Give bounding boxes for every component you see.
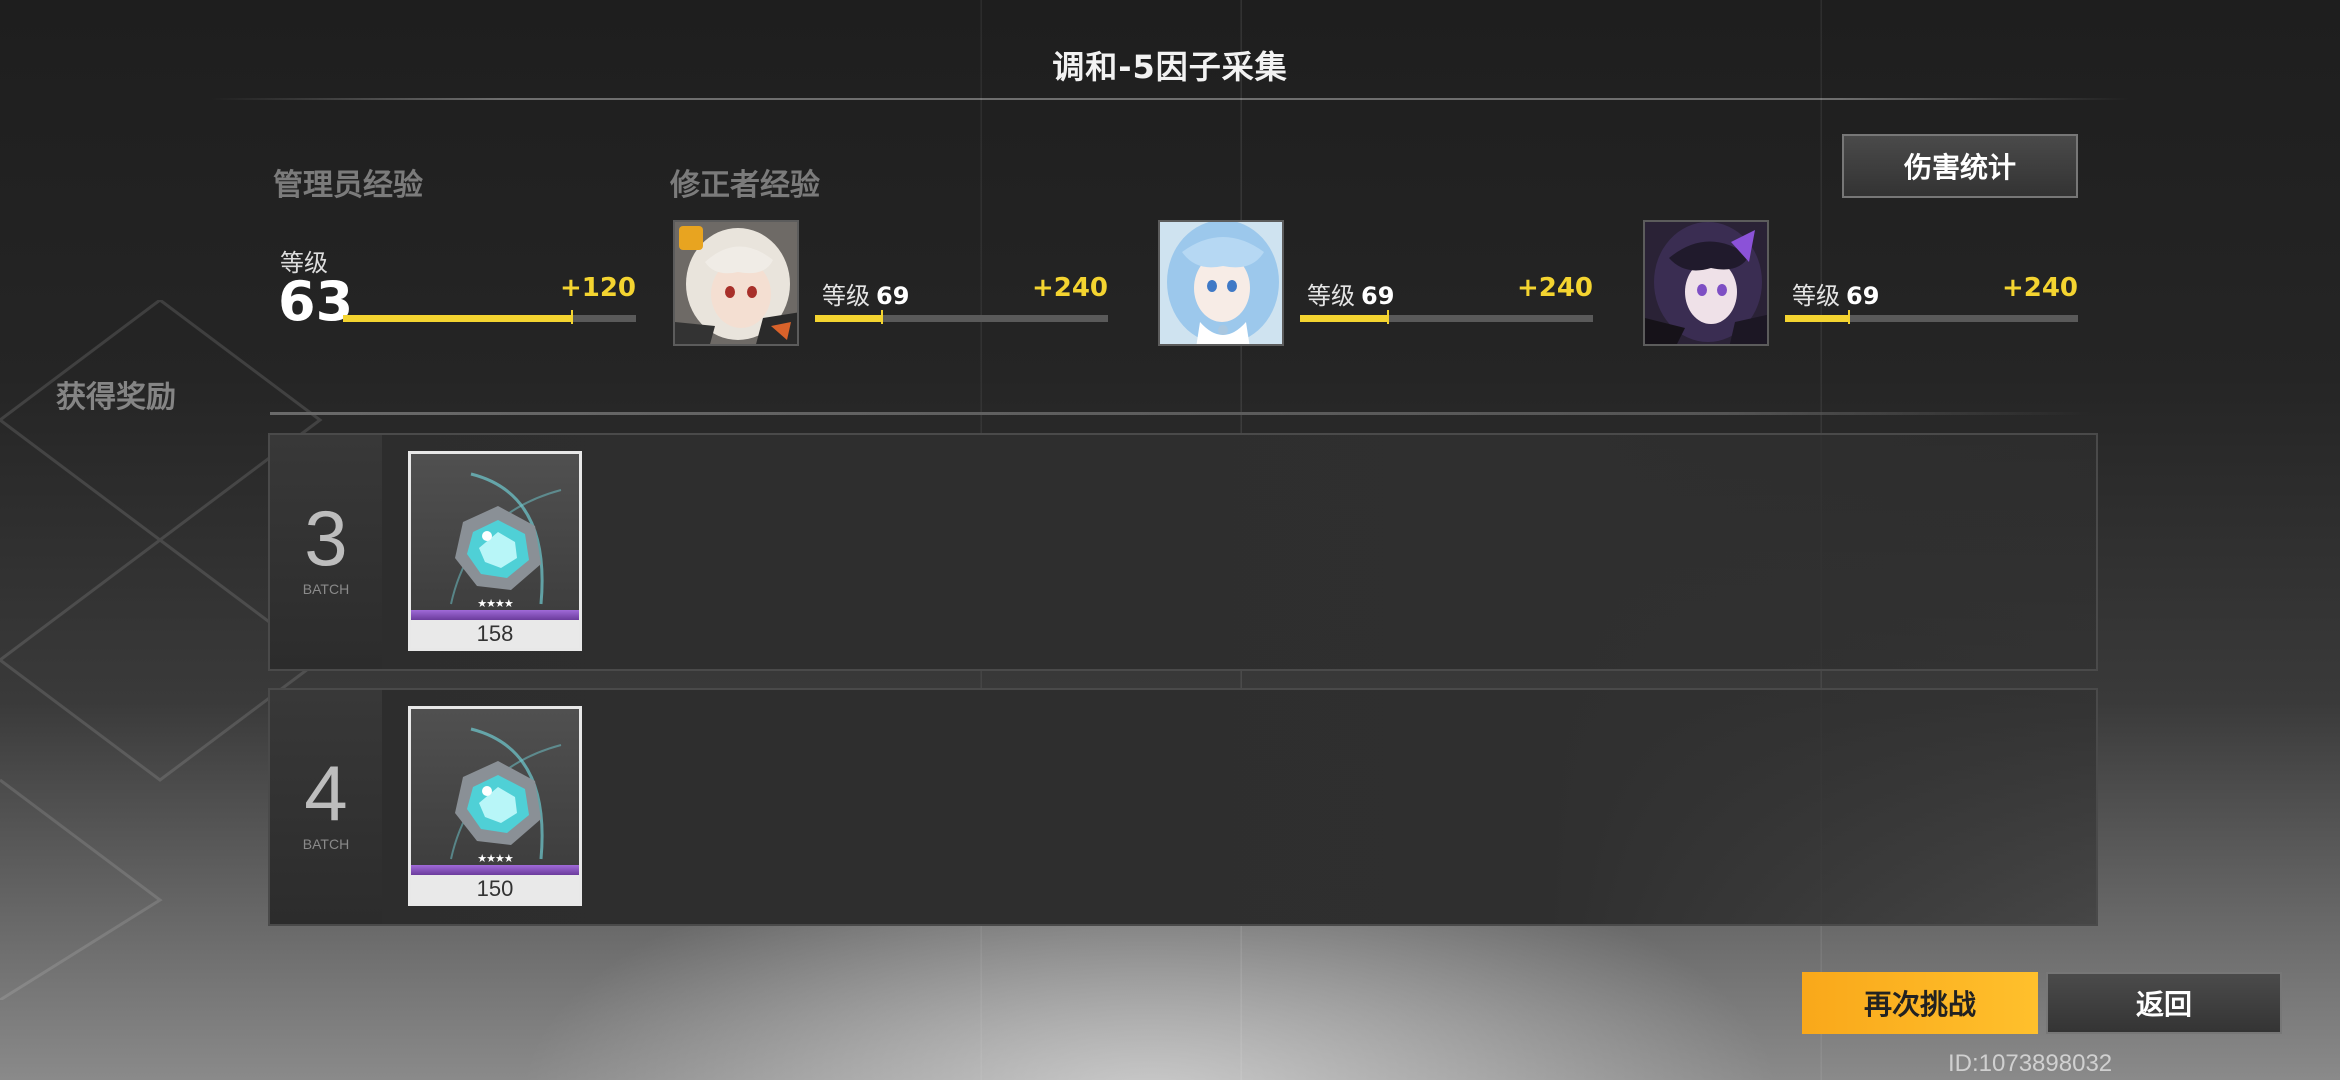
- stage-title: 调和-5因子采集: [1052, 48, 1288, 86]
- character-level-2: 等级 69: [1307, 282, 1395, 310]
- rarity-stars: ★★★★: [477, 852, 513, 865]
- item-count: 150: [411, 875, 579, 903]
- character-exp-bar-fill-2: [1300, 315, 1388, 322]
- character-level-1: 等级 69: [822, 282, 910, 310]
- character-portrait-2: [1158, 220, 1284, 346]
- batch-row-4: 4 BATCH ★★★★ 150: [268, 688, 2098, 926]
- character-exp-gain-2: +240: [1516, 273, 1593, 303]
- player-id: ID:1073898032: [1948, 1050, 2113, 1077]
- batch-row-3: 3 BATCH ★★★★ 158: [268, 433, 2098, 671]
- character-exp-bar-1: [815, 310, 1108, 324]
- reward-item-card[interactable]: ★★★★ 150: [408, 706, 582, 906]
- character-exp-bar-fill-3: [1785, 315, 1850, 322]
- progress-tick: [1386, 310, 1389, 324]
- character-exp-gain-1: +240: [1031, 273, 1108, 303]
- admin-exp-bar: [343, 310, 636, 324]
- rewards-label: 获得奖励: [56, 380, 176, 415]
- admin-exp-label: 管理员经验: [273, 168, 423, 203]
- character-level-3: 等级 69: [1792, 282, 1880, 310]
- reward-item-card[interactable]: ★★★★ 158: [408, 451, 582, 651]
- rarity-bar: [411, 865, 579, 875]
- character-exp-bar-fill-1: [815, 315, 883, 322]
- rewards-divider: [270, 412, 2090, 415]
- admin-exp-gain: +120: [559, 273, 636, 303]
- retry-button[interactable]: 再次挑战: [1802, 972, 2038, 1034]
- back-button[interactable]: 返回: [2046, 972, 2282, 1034]
- damage-stats-button[interactable]: 伤害统计: [1842, 134, 2078, 198]
- item-count: 158: [411, 620, 579, 648]
- progress-tick: [881, 310, 884, 324]
- character-portrait-3: [1643, 220, 1769, 346]
- character-exp-bar-3: [1785, 310, 2078, 324]
- batch-number: 3: [304, 494, 348, 582]
- character-exp-gain-3: +240: [2001, 273, 2078, 303]
- progress-tick: [1848, 310, 1851, 324]
- admin-exp-bar-fill: [343, 315, 572, 322]
- title-divider: [210, 98, 2130, 100]
- batch-label: BATCH: [302, 581, 350, 597]
- character-exp-bar-2: [1300, 310, 1593, 324]
- progress-tick: [570, 310, 573, 324]
- rarity-bar: [411, 610, 579, 620]
- admin-level-value: 63: [278, 270, 354, 333]
- batch-number: 4: [304, 749, 348, 837]
- batch-marker: 4 BATCH: [270, 690, 382, 924]
- batch-label: BATCH: [302, 836, 350, 852]
- leader-badge-icon: [679, 226, 703, 250]
- batch-marker: 3 BATCH: [270, 435, 382, 669]
- character-portrait-1: [673, 220, 799, 346]
- rarity-stars: ★★★★: [477, 597, 513, 610]
- modifier-exp-label: 修正者经验: [670, 168, 820, 203]
